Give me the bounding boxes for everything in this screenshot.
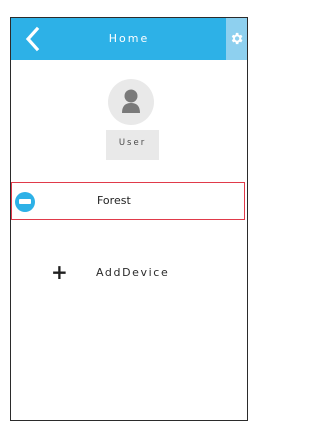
air-conditioner-icon: [15, 192, 35, 212]
app-screen: Home User Forest + AddDevice: [10, 17, 248, 421]
settings-button[interactable]: [226, 18, 247, 60]
device-name: Forest: [97, 194, 131, 207]
add-device-label: AddDevice: [96, 266, 170, 279]
add-device-button[interactable]: + AddDevice: [51, 260, 221, 284]
device-item-forest[interactable]: Forest: [11, 182, 245, 220]
page-title: Home: [108, 32, 150, 45]
gear-icon: [231, 32, 243, 45]
plus-icon: +: [51, 260, 68, 284]
user-icon: [122, 89, 140, 113]
user-label[interactable]: User: [106, 130, 159, 160]
user-avatar[interactable]: [108, 79, 154, 125]
header-bar: Home: [11, 18, 247, 60]
